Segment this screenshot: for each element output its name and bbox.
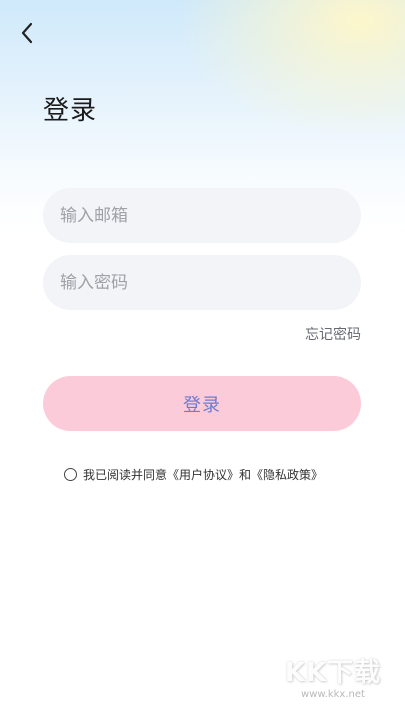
email-input[interactable] <box>43 188 361 243</box>
password-input[interactable] <box>43 255 361 310</box>
watermark: KK下载 www.kkx.net <box>283 652 383 700</box>
login-button[interactable]: 登录 <box>43 376 361 431</box>
email-field[interactable] <box>43 188 361 243</box>
agreement-row: 我已阅读并同意 《用户协议》 和 《隐私政策》 <box>64 466 323 483</box>
radio-unchecked-icon[interactable] <box>64 468 77 481</box>
page-title: 登录 <box>43 96 98 126</box>
watermark-logo: KK下载 <box>284 658 382 688</box>
watermark-url: www.kkx.net <box>301 689 365 700</box>
privacy-policy-link[interactable]: 《隐私政策》 <box>251 466 323 483</box>
back-button[interactable] <box>14 20 40 46</box>
agreement-and: 和 <box>239 468 252 482</box>
agreement-prefix: 我已阅读并同意 <box>83 468 168 482</box>
chevron-left-icon <box>21 22 33 44</box>
password-field[interactable] <box>43 255 361 310</box>
user-agreement-link[interactable]: 《用户协议》 <box>167 466 239 483</box>
forgot-password-link[interactable]: 忘记密码 <box>305 324 361 344</box>
